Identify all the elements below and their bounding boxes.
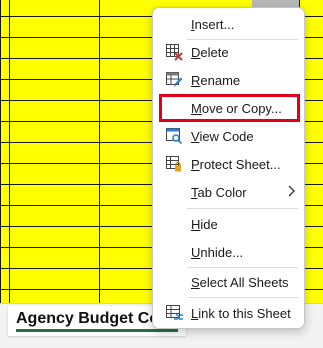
menu-item-view-code[interactable]: View Code bbox=[153, 123, 304, 149]
menu-item-label: Link to this Sheet bbox=[191, 305, 291, 321]
menu-item-link-to-sheet[interactable]: Link to this Sheet bbox=[153, 300, 304, 326]
menu-item-tab-color[interactable]: Tab Color bbox=[153, 179, 304, 205]
menu-item-delete[interactable]: Delete bbox=[153, 39, 304, 65]
menu-item-label: Rename bbox=[191, 72, 241, 88]
menu-item-label: Unhide... bbox=[191, 244, 244, 260]
menu-separator bbox=[187, 297, 298, 298]
menu-item-label: View Code bbox=[191, 128, 254, 144]
protect-sheet-icon bbox=[165, 155, 183, 173]
menu-item-label: Tab Color bbox=[191, 184, 247, 200]
view-code-icon bbox=[165, 127, 183, 145]
menu-item-label: Protect Sheet... bbox=[191, 156, 281, 172]
menu-item-label: Select All Sheets bbox=[191, 274, 289, 290]
rename-sheet-icon bbox=[165, 71, 183, 89]
menu-item-label: Delete bbox=[191, 44, 229, 60]
menu-separator bbox=[187, 208, 298, 209]
menu-item-protect-sheet[interactable]: Protect Sheet... bbox=[153, 151, 304, 177]
chevron-right-icon bbox=[286, 184, 296, 198]
menu-item-select-all-sheets[interactable]: Select All Sheets bbox=[153, 269, 304, 295]
menu-item-unhide[interactable]: Unhide... bbox=[153, 239, 304, 265]
menu-item-hide[interactable]: Hide bbox=[153, 211, 304, 237]
menu-item-rename[interactable]: Rename bbox=[153, 67, 304, 93]
menu-item-insert[interactable]: Insert... bbox=[153, 11, 304, 37]
highlight-box bbox=[159, 94, 300, 122]
link-sheet-icon bbox=[165, 304, 185, 322]
sheet-context-menu: Insert... Delete Rename Move or Copy... … bbox=[152, 7, 305, 329]
column-divider bbox=[99, 0, 100, 303]
delete-sheet-icon bbox=[165, 43, 183, 61]
column-divider bbox=[9, 0, 10, 303]
menu-item-label: Insert... bbox=[191, 16, 235, 32]
menu-item-label: Hide bbox=[191, 216, 218, 232]
menu-separator bbox=[187, 267, 298, 268]
